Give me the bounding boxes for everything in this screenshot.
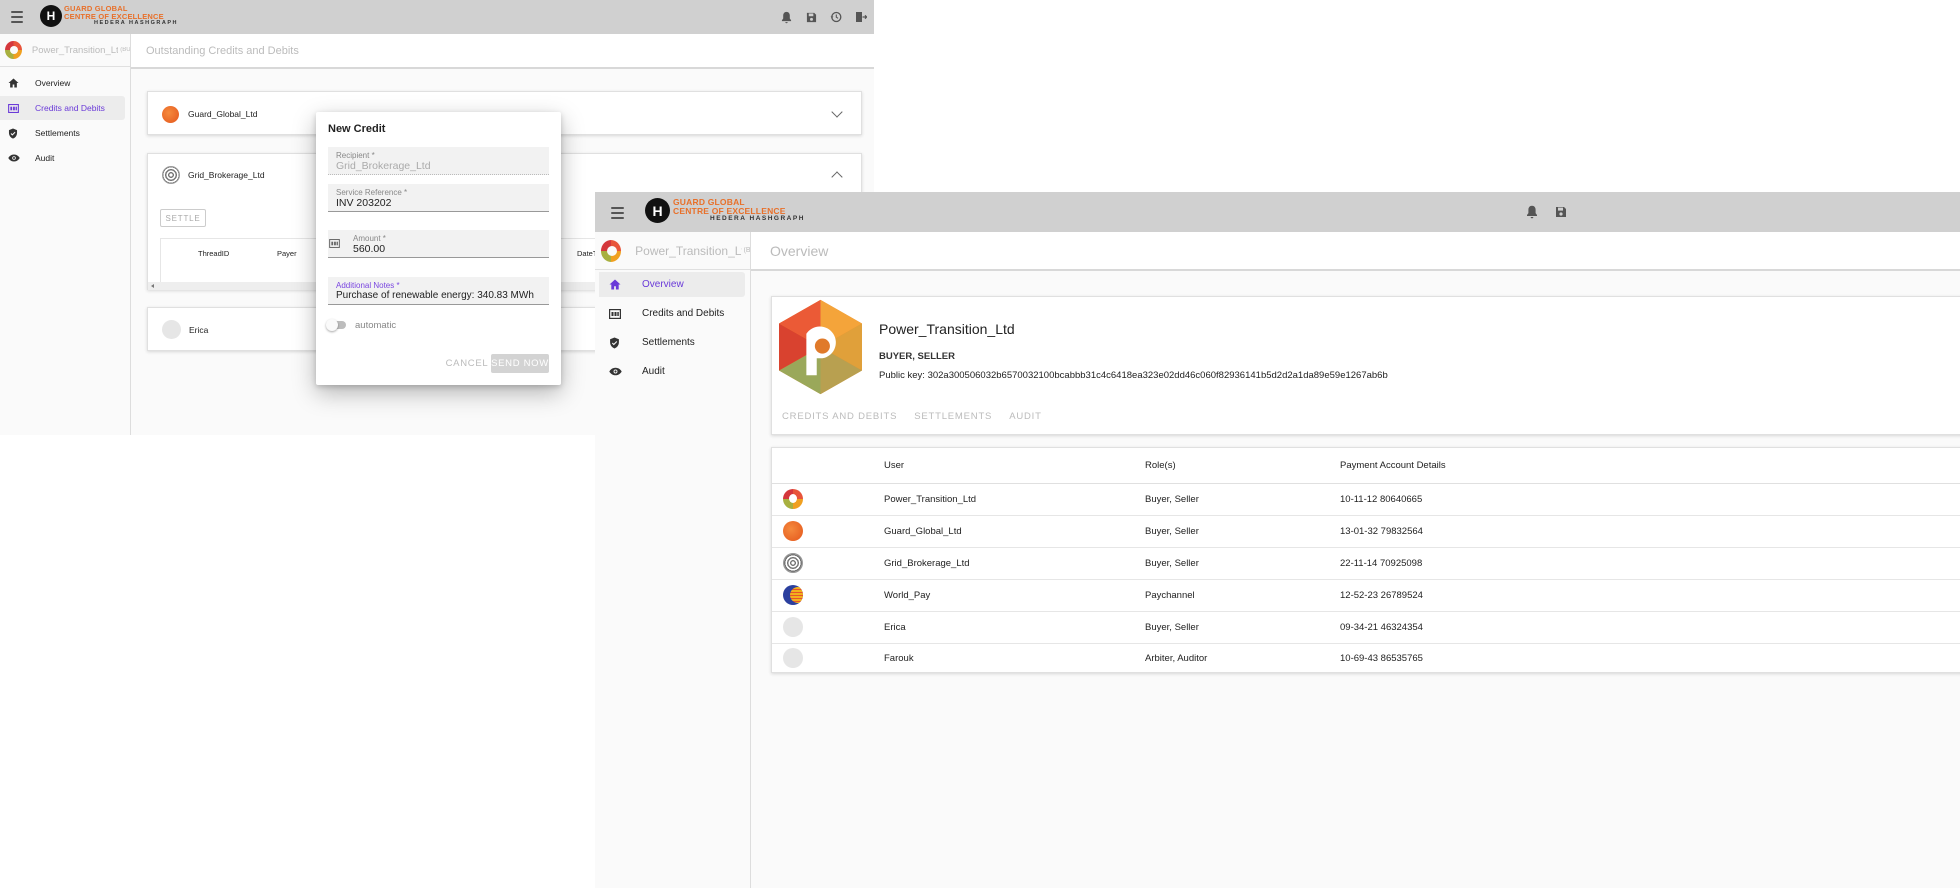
account-name: Power_Transition_Ltd — [31, 44, 119, 56]
additional-notes-field[interactable]: Additional Notes * Purchase of renewable… — [328, 277, 549, 305]
nav-item-audit[interactable]: Audit — [599, 359, 745, 384]
public-key: Public key: 302a300506032b6570032100bcab… — [879, 370, 1388, 381]
dialog-title: New Credit — [328, 123, 386, 135]
world-pay-avatar-icon — [783, 585, 803, 605]
menu-icon[interactable] — [611, 206, 624, 219]
guard-global-logo: GUARD GLOBAL CENTRE OF EXCELLENCE HEDERA… — [673, 197, 805, 222]
money-icon — [329, 239, 340, 248]
account-header[interactable]: Power_Transition_Ltd (B — [595, 232, 750, 270]
account-role-suffix: (BU — [120, 47, 130, 53]
table-row[interactable]: Guard_Global_Ltd Buyer, Seller 13-01-32 … — [772, 516, 1960, 548]
erica-avatar-icon — [783, 617, 803, 637]
guard-global-logo: GUARD GLOBAL CENTRE OF EXCELLENCE HEDERA… — [64, 4, 178, 26]
col-payment-account: Payment Account Details — [1340, 460, 1446, 471]
notifications-icon[interactable] — [780, 10, 792, 24]
party-name: Erica — [189, 325, 209, 335]
farouk-avatar-icon — [783, 648, 803, 668]
sidebar: Power_Transition_Ltd (BU Overview Credit… — [0, 34, 131, 435]
new-credit-dialog: New Credit Recipient * Grid_Brokerage_Lt… — [316, 112, 561, 385]
page-title: Overview — [751, 232, 1960, 271]
profile-roles: BUYER, SELLER — [879, 351, 956, 362]
nav-item-audit[interactable]: Audit — [0, 146, 125, 170]
settle-button[interactable]: SETTLE — [160, 209, 206, 227]
logout-icon[interactable] — [855, 10, 867, 24]
profile-name: Power_Transition_Ltd — [879, 321, 1015, 337]
col-user: User — [884, 460, 905, 471]
table-row[interactable]: Erica Buyer, Seller 09-34-21 46324354 — [772, 612, 1960, 644]
power-transition-logo-icon — [5, 41, 22, 59]
eye-icon — [8, 154, 20, 162]
table-row[interactable]: Grid_Brokerage_Ltd Buyer, Seller 22-11-1… — [772, 548, 1960, 580]
guard-global-avatar-icon — [783, 521, 803, 541]
nav-item-settlements[interactable]: Settlements — [599, 330, 745, 355]
tab-settlements[interactable]: SETTLEMENTS — [914, 411, 992, 422]
erica-avatar — [162, 320, 181, 339]
save-icon[interactable] — [805, 10, 817, 24]
guard-global-avatar — [162, 106, 179, 123]
col-thread-id: ThreadID — [198, 249, 230, 258]
account-role-suffix: (B — [743, 247, 750, 254]
chevron-up-icon[interactable] — [831, 171, 843, 183]
eye-icon — [609, 367, 622, 376]
profile-tabs: CREDITS AND DEBITS SETTLEMENTS AUDIT — [782, 411, 1042, 422]
save-icon[interactable] — [1554, 205, 1567, 219]
hedera-logo-icon: H — [645, 198, 670, 223]
sidebar: Power_Transition_Ltd (B Overview Credits… — [595, 232, 751, 888]
notifications-icon[interactable] — [1525, 205, 1538, 219]
nav-item-credits-and-debits[interactable]: Credits and Debits — [0, 96, 125, 120]
home-icon — [8, 78, 19, 88]
nav-item-overview[interactable]: Overview — [0, 71, 125, 95]
table-row[interactable]: Farouk Arbiter, Auditor 10-69-43 8653576… — [772, 644, 1960, 674]
chevron-down-icon[interactable] — [831, 106, 843, 118]
overview-window: H GUARD GLOBAL CENTRE OF EXCELLENCE HEDE… — [595, 192, 1960, 888]
nav-item-overview[interactable]: Overview — [599, 272, 745, 297]
power-transition-logo — [773, 298, 868, 396]
page-title: Outstanding Credits and Debits — [131, 34, 874, 69]
scroll-left-icon[interactable] — [151, 284, 154, 288]
shield-icon — [610, 337, 619, 348]
profile-card: Power_Transition_Ltd BUYER, SELLER Publi… — [771, 296, 1960, 435]
grid-brokerage-avatar-icon — [783, 553, 803, 573]
send-now-button[interactable]: SEND NOW — [491, 354, 549, 373]
power-transition-avatar-icon — [783, 489, 803, 509]
nav-item-settlements[interactable]: Settlements — [0, 121, 125, 145]
account-name: Power_Transition_Ltd — [635, 243, 742, 258]
app-toolbar: H GUARD GLOBAL CENTRE OF EXCELLENCE HEDE… — [0, 0, 874, 34]
nav-list: Overview Credits and Debits Settlements … — [595, 270, 750, 384]
menu-icon[interactable] — [11, 11, 23, 23]
cancel-button[interactable]: CANCEL — [446, 354, 488, 373]
automatic-label: automatic — [355, 320, 397, 331]
hedera-logo-icon: H — [40, 5, 62, 27]
col-roles: Role(s) — [1145, 460, 1176, 471]
toggle-thumb — [326, 319, 338, 331]
party-name: Grid_Brokerage_Ltd — [188, 170, 265, 180]
tab-audit[interactable]: AUDIT — [1009, 411, 1042, 422]
app-toolbar: H GUARD GLOBAL CENTRE OF EXCELLENCE HEDE… — [595, 192, 1960, 232]
grid-brokerage-avatar — [162, 166, 180, 184]
nav-item-credits-and-debits[interactable]: Credits and Debits — [599, 301, 745, 326]
amount-field[interactable]: Amount * 560.00 — [328, 230, 549, 258]
recipient-field: Recipient * Grid_Brokerage_Ltd — [328, 147, 549, 175]
credits-icon — [8, 103, 19, 113]
credits-icon — [609, 308, 621, 319]
table-row[interactable]: Power_Transition_Ltd Buyer, Seller 10-11… — [772, 484, 1960, 516]
service-reference-field[interactable]: Service Reference * INV 203202 — [328, 184, 549, 212]
table-header: User Role(s) Payment Account Details — [772, 448, 1960, 484]
automatic-toggle[interactable] — [326, 319, 346, 331]
home-icon — [609, 279, 621, 290]
history-icon[interactable] — [830, 10, 842, 24]
users-table-card: User Role(s) Payment Account Details Pow… — [771, 447, 1960, 673]
col-payer: Payer — [277, 249, 297, 258]
account-header[interactable]: Power_Transition_Ltd (BU — [0, 34, 130, 67]
party-name: Guard_Global_Ltd — [188, 109, 258, 119]
power-transition-logo-icon — [601, 239, 622, 262]
tab-credits-and-debits[interactable]: CREDITS AND DEBITS — [782, 411, 897, 422]
shield-icon — [8, 127, 18, 139]
nav-list: Overview Credits and Debits Settlements … — [0, 67, 130, 170]
table-row[interactable]: World_Pay Paychannel 12-52-23 26789524 — [772, 580, 1960, 612]
